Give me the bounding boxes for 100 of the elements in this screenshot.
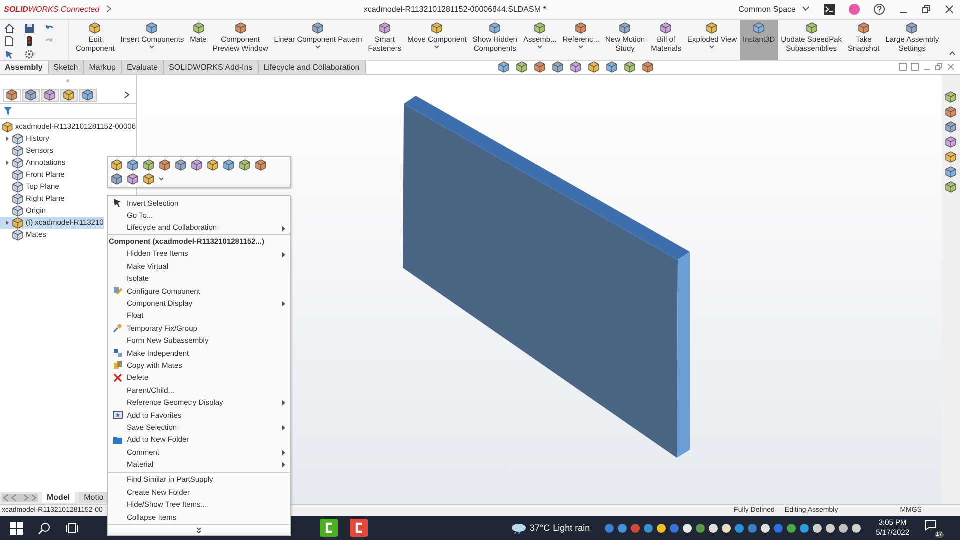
submenu-arrow-icon xyxy=(282,425,286,432)
ribbon-tab[interactable]: Markup xyxy=(84,60,122,74)
tool-icon[interactable] xyxy=(127,173,139,185)
caret-icon[interactable] xyxy=(578,44,584,49)
panel-tab[interactable] xyxy=(79,88,97,102)
app-icon[interactable] xyxy=(320,519,338,538)
view-tool-icon[interactable] xyxy=(552,61,564,74)
view-tool-icon[interactable] xyxy=(570,61,582,74)
restore-icon[interactable] xyxy=(922,4,931,14)
filter-icon[interactable] xyxy=(3,106,13,116)
expand-arrow-icon[interactable] xyxy=(5,220,10,226)
panel-tab[interactable] xyxy=(22,88,40,102)
home-icon[interactable] xyxy=(4,22,15,34)
panel-tab[interactable]: Motio xyxy=(79,492,109,504)
navigation-arrows-icon[interactable] xyxy=(2,494,38,502)
slab-drawing[interactable] xyxy=(403,96,690,458)
ribbon-tab[interactable]: Evaluate xyxy=(122,60,164,74)
tool-icon[interactable] xyxy=(175,159,187,171)
tool-icon[interactable] xyxy=(127,159,139,171)
caret-icon[interactable] xyxy=(149,44,156,49)
panel-tab[interactable] xyxy=(3,88,21,102)
caret-icon[interactable] xyxy=(802,6,810,12)
panel-tab[interactable] xyxy=(41,88,59,102)
task-pane-icon[interactable] xyxy=(945,120,957,133)
components-icon xyxy=(112,348,122,358)
view-tool-icon[interactable] xyxy=(516,61,528,74)
tree-node-icon xyxy=(12,192,24,205)
windows-icon[interactable] xyxy=(10,522,23,535)
tool-icon[interactable] xyxy=(143,173,155,185)
select-arrow-icon[interactable] xyxy=(4,48,15,60)
terminal-icon[interactable] xyxy=(824,4,835,15)
caret-icon[interactable] xyxy=(709,44,716,49)
ribbon-tab[interactable]: SOLIDWORKS Add-Ins xyxy=(164,60,259,74)
task-pane-icon[interactable] xyxy=(945,150,957,163)
grip-icon[interactable] xyxy=(66,79,70,84)
favorites-icon xyxy=(112,410,122,420)
expand-chevron-icon[interactable] xyxy=(196,527,202,534)
close-icon[interactable] xyxy=(945,4,954,14)
tool-icon[interactable] xyxy=(111,173,123,185)
tree-node-icon xyxy=(12,132,24,145)
caret-icon[interactable] xyxy=(537,44,544,49)
expand-arrow-icon[interactable] xyxy=(5,160,10,166)
view-tool-icon[interactable] xyxy=(606,61,618,74)
tool-icon[interactable] xyxy=(223,159,235,171)
caret-icon[interactable] xyxy=(159,177,164,181)
tree-node-icon xyxy=(12,204,24,217)
cube-icon xyxy=(312,22,324,34)
weather-condition[interactable]: Light rain xyxy=(553,523,590,534)
tool-icon[interactable] xyxy=(111,159,123,171)
assembly-icon xyxy=(2,120,14,133)
panel-tab[interactable]: Model xyxy=(42,492,76,504)
view-tool-icon[interactable] xyxy=(642,61,654,74)
view-tool-icon[interactable] xyxy=(588,61,600,74)
cube-icon xyxy=(234,22,247,34)
cube-icon xyxy=(660,22,672,34)
file-icon[interactable] xyxy=(4,36,15,47)
tool-icon[interactable] xyxy=(255,159,267,171)
panel-tab[interactable] xyxy=(60,88,78,102)
chevron-icon[interactable] xyxy=(124,91,130,100)
submenu-arrow-icon xyxy=(282,400,286,406)
tool-icon[interactable] xyxy=(239,159,251,171)
tile-icon[interactable] xyxy=(911,63,919,72)
collapse-icon[interactable] xyxy=(949,50,956,56)
tool-icon[interactable] xyxy=(207,159,219,171)
ribbon-tab[interactable]: Assembly xyxy=(0,60,49,74)
tool-icon[interactable] xyxy=(159,159,171,171)
chevron-icon[interactable] xyxy=(106,5,112,14)
save-icon[interactable] xyxy=(24,22,35,34)
copy-icon xyxy=(112,360,122,370)
panel-icon xyxy=(44,89,56,102)
panel-icon xyxy=(63,89,75,102)
traffic-light-icon[interactable] xyxy=(24,36,35,47)
task-pane-icon[interactable] xyxy=(945,180,957,193)
tile-icon[interactable] xyxy=(899,63,907,72)
weather-temperature[interactable]: 37°C xyxy=(530,523,550,534)
view-tool-icon[interactable] xyxy=(498,61,510,74)
task-pane-icon[interactable] xyxy=(945,136,957,148)
avatar-icon[interactable] xyxy=(849,4,860,15)
task-view-icon[interactable] xyxy=(66,522,79,535)
ribbon-tab[interactable]: Lifecycle and Collaboration xyxy=(258,60,366,74)
app-icon[interactable] xyxy=(350,519,368,538)
tool-icon[interactable] xyxy=(143,159,155,171)
expand-arrow-icon[interactable] xyxy=(5,136,10,142)
help-icon[interactable] xyxy=(874,4,885,15)
message-icon xyxy=(924,520,937,532)
gear-icon[interactable] xyxy=(24,48,35,60)
caret-icon[interactable] xyxy=(315,44,322,49)
tool-icon[interactable] xyxy=(191,159,203,171)
view-tool-icon[interactable] xyxy=(624,61,636,74)
view-tool-icon[interactable] xyxy=(534,61,546,74)
search-icon[interactable] xyxy=(38,522,51,535)
task-pane-icon[interactable] xyxy=(945,106,957,118)
task-pane-icon[interactable] xyxy=(945,90,957,103)
caret-icon[interactable] xyxy=(434,44,440,49)
workspace-selector[interactable]: Common Space xyxy=(738,4,796,14)
submenu-arrow-icon xyxy=(282,252,286,258)
cube-icon xyxy=(906,22,918,34)
task-pane-icon[interactable] xyxy=(945,166,957,178)
tree-node-icon xyxy=(12,228,24,241)
cloud-rain-icon xyxy=(511,522,527,534)
